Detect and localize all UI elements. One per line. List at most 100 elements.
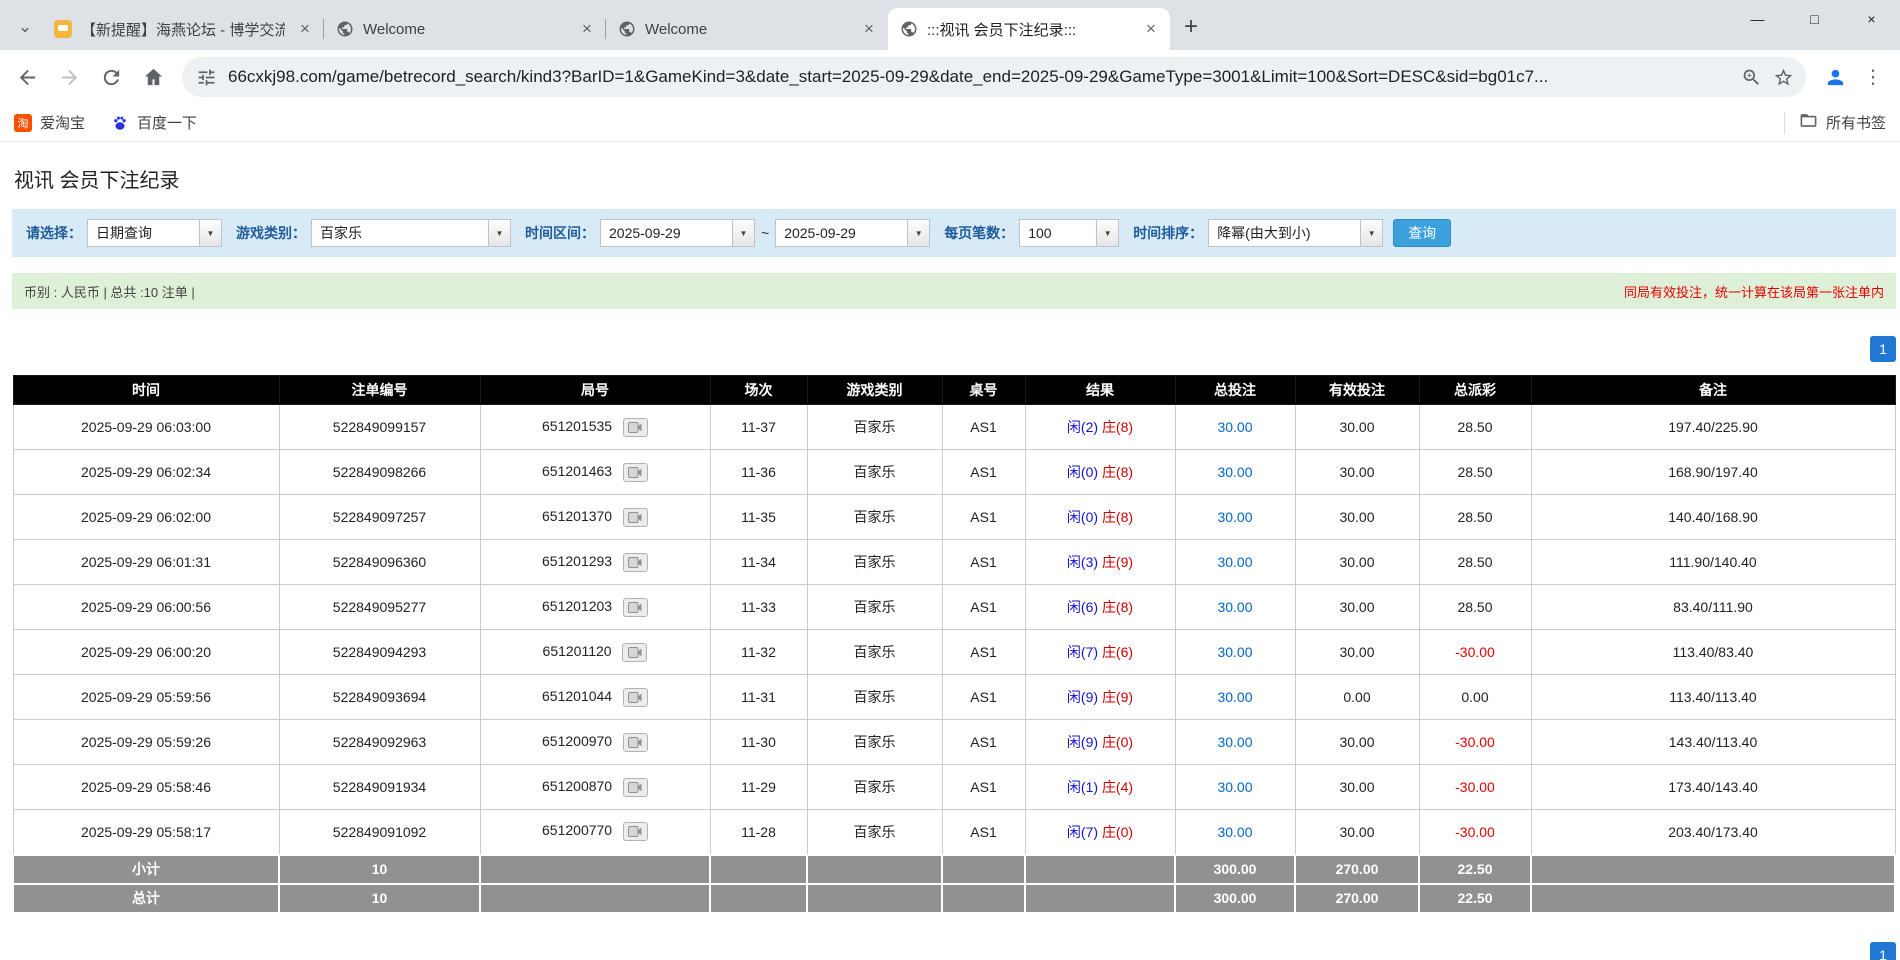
video-replay-icon[interactable] bbox=[623, 508, 648, 527]
cell-result: 闲(1) 庄(4) bbox=[1025, 765, 1175, 810]
column-header: 游戏类别 bbox=[807, 376, 942, 405]
cell-session: 11-29 bbox=[710, 765, 807, 810]
new-tab-button[interactable]: + bbox=[1174, 10, 1208, 44]
tab-close-icon[interactable]: × bbox=[294, 18, 316, 40]
tab-search-icon[interactable]: ⌄ bbox=[8, 10, 42, 44]
all-bookmarks-label: 所有书签 bbox=[1826, 112, 1886, 133]
total-bet-link[interactable]: 30.00 bbox=[1217, 824, 1252, 840]
chevron-down-icon[interactable]: ▼ bbox=[488, 220, 510, 246]
bet-table-header-row: 时间注单编号局号场次游戏类别桌号结果总投注有效投注总派彩备注 bbox=[13, 376, 1895, 405]
total-bet-link[interactable]: 30.00 bbox=[1217, 689, 1252, 705]
cell-time: 2025-09-29 05:58:17 bbox=[13, 810, 279, 855]
minimize-button[interactable]: — bbox=[1729, 0, 1786, 38]
summary-notice: 同局有效投注，统一计算在该局第一张注单内 bbox=[1624, 282, 1884, 301]
home-button[interactable] bbox=[132, 56, 174, 98]
cell-total-bet: 30.00 bbox=[1175, 495, 1295, 540]
maximize-button[interactable]: □ bbox=[1786, 0, 1843, 38]
sort-value: 降幂(由大到小) bbox=[1209, 220, 1360, 246]
browser-menu-icon[interactable]: ⋮ bbox=[1856, 56, 1890, 98]
url-text[interactable]: 66cxkj98.com/game/betrecord_search/kind3… bbox=[228, 67, 1730, 87]
site-settings-icon[interactable] bbox=[196, 67, 217, 88]
video-replay-icon[interactable] bbox=[623, 822, 648, 841]
cell-table-no: AS1 bbox=[942, 720, 1025, 765]
sort-select[interactable]: 降幂(由大到小) ▼ bbox=[1208, 219, 1383, 247]
total-bet-link[interactable]: 30.00 bbox=[1217, 734, 1252, 750]
cell-round: 651200770 bbox=[480, 810, 710, 855]
result-banker: 庄(9) bbox=[1102, 554, 1133, 570]
per-page-select[interactable]: 100 ▼ bbox=[1019, 219, 1119, 247]
chevron-down-icon[interactable]: ▼ bbox=[1096, 220, 1118, 246]
cell-result: 闲(9) 庄(9) bbox=[1025, 675, 1175, 720]
cell-round: 651201203 bbox=[480, 585, 710, 630]
zoom-icon[interactable] bbox=[1741, 67, 1762, 88]
video-replay-icon[interactable] bbox=[623, 733, 648, 752]
total-bet-link[interactable]: 30.00 bbox=[1217, 644, 1252, 660]
empty-cell bbox=[480, 855, 710, 884]
page-number-button[interactable]: 1 bbox=[1870, 336, 1896, 362]
video-replay-icon[interactable] bbox=[622, 643, 647, 662]
total-valid-bet: 270.00 bbox=[1295, 884, 1419, 913]
video-replay-icon[interactable] bbox=[623, 418, 648, 437]
page-number-button[interactable]: 1 bbox=[1870, 942, 1896, 960]
cell-remark: 83.40/111.90 bbox=[1531, 585, 1895, 630]
date-start-select[interactable]: 2025-09-29 ▼ bbox=[600, 219, 755, 247]
forward-button[interactable] bbox=[48, 56, 90, 98]
chevron-down-icon[interactable]: ▼ bbox=[1360, 220, 1382, 246]
profile-avatar[interactable] bbox=[1814, 56, 1856, 98]
result-banker: 庄(8) bbox=[1102, 464, 1133, 480]
total-bet-link[interactable]: 30.00 bbox=[1217, 419, 1252, 435]
column-header: 局号 bbox=[480, 376, 710, 405]
chevron-down-icon[interactable]: ▼ bbox=[907, 220, 929, 246]
subtotal-label: 小计 bbox=[13, 855, 279, 884]
total-bet-link[interactable]: 30.00 bbox=[1217, 554, 1252, 570]
date-start-value: 2025-09-29 bbox=[601, 220, 732, 246]
game-type-select[interactable]: 百家乐 ▼ bbox=[311, 219, 511, 247]
date-end-select[interactable]: 2025-09-29 ▼ bbox=[775, 219, 930, 247]
bookmark-star-icon[interactable] bbox=[1773, 67, 1794, 88]
video-replay-icon[interactable] bbox=[623, 553, 648, 572]
reload-button[interactable] bbox=[90, 56, 132, 98]
video-replay-icon[interactable] bbox=[623, 688, 648, 707]
total-payout: 22.50 bbox=[1419, 884, 1531, 913]
total-bet-link[interactable]: 30.00 bbox=[1217, 779, 1252, 795]
video-replay-icon[interactable] bbox=[623, 463, 648, 482]
all-bookmarks-button[interactable]: 所有书签 bbox=[1799, 111, 1886, 134]
query-type-select[interactable]: 日期查询 ▼ bbox=[87, 219, 222, 247]
total-bet-link[interactable]: 30.00 bbox=[1217, 509, 1252, 525]
cell-round: 651200870 bbox=[480, 765, 710, 810]
cell-session: 11-32 bbox=[710, 630, 807, 675]
total-bet-link[interactable]: 30.00 bbox=[1217, 464, 1252, 480]
bookmark-taobao[interactable]: 淘 爱淘宝 bbox=[14, 112, 85, 133]
game-type-value: 百家乐 bbox=[312, 220, 488, 246]
cell-result: 闲(0) 庄(8) bbox=[1025, 495, 1175, 540]
cell-session: 11-33 bbox=[710, 585, 807, 630]
video-replay-icon[interactable] bbox=[623, 778, 648, 797]
tab-welcome-1[interactable]: Welcome × bbox=[324, 8, 606, 50]
result-banker: 庄(6) bbox=[1102, 644, 1133, 660]
tab-forum[interactable]: 【新提醒】海燕论坛 - 博学交流 × bbox=[42, 8, 324, 50]
cell-round: 651201370 bbox=[480, 495, 710, 540]
video-replay-icon[interactable] bbox=[623, 598, 648, 617]
window-close-button[interactable]: × bbox=[1843, 0, 1900, 38]
back-button[interactable] bbox=[6, 56, 48, 98]
tab-close-icon[interactable]: × bbox=[576, 18, 598, 40]
cell-session: 11-30 bbox=[710, 720, 807, 765]
total-bet-link[interactable]: 30.00 bbox=[1217, 599, 1252, 615]
date-end-value: 2025-09-29 bbox=[776, 220, 907, 246]
tab-welcome-2[interactable]: Welcome × bbox=[606, 8, 888, 50]
cell-remark: 113.40/83.40 bbox=[1531, 630, 1895, 675]
cell-total-bet: 30.00 bbox=[1175, 585, 1295, 630]
cell-table-no: AS1 bbox=[942, 450, 1025, 495]
cell-table-no: AS1 bbox=[942, 810, 1025, 855]
cell-payout: -30.00 bbox=[1419, 810, 1531, 855]
chevron-down-icon[interactable]: ▼ bbox=[199, 220, 221, 246]
tab-close-icon[interactable]: × bbox=[858, 18, 880, 40]
tab-close-icon[interactable]: × bbox=[1140, 18, 1162, 40]
search-button[interactable]: 查询 bbox=[1393, 219, 1451, 247]
cell-payout: -30.00 bbox=[1419, 765, 1531, 810]
address-bar[interactable]: 66cxkj98.com/game/betrecord_search/kind3… bbox=[182, 57, 1806, 97]
cell-game-type: 百家乐 bbox=[807, 765, 942, 810]
chevron-down-icon[interactable]: ▼ bbox=[732, 220, 754, 246]
tab-bet-records-active[interactable]: :::视讯 会员下注纪录::: × bbox=[888, 8, 1170, 50]
bookmark-baidu[interactable]: 百度一下 bbox=[111, 112, 197, 133]
